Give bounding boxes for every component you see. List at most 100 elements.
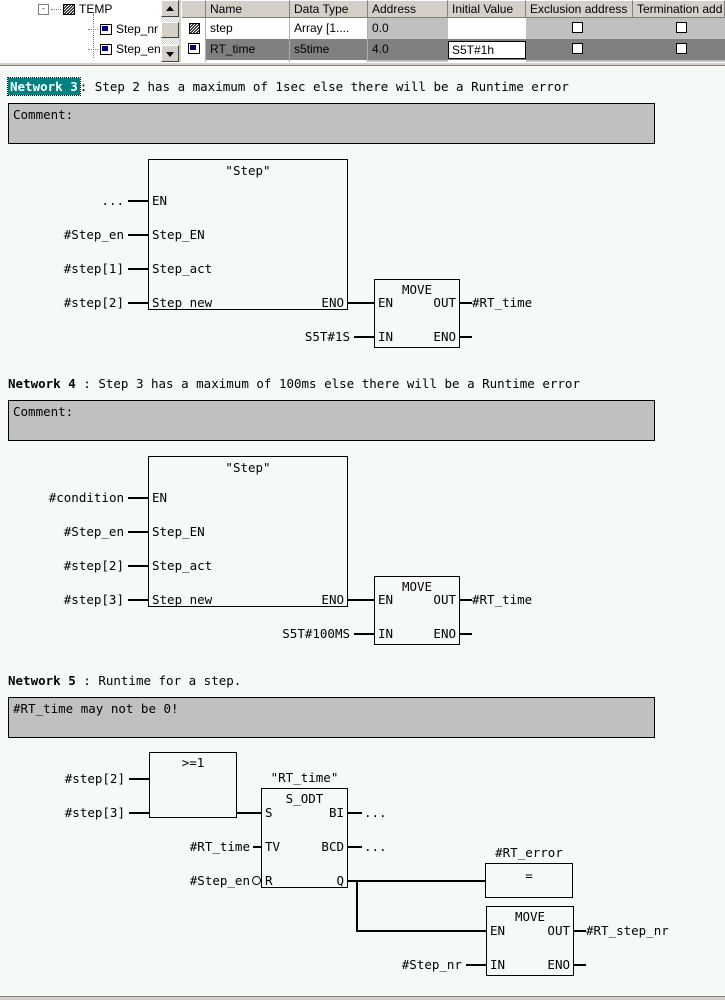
network-5-move-pin-in[interactable]: IN: [490, 957, 505, 972]
network-3-operand-step-en[interactable]: #Step_en: [20, 227, 124, 242]
cell-exclusion-address[interactable]: [526, 39, 633, 60]
table-header-termination-address[interactable]: Termination add: [633, 0, 725, 18]
cell-data-type[interactable]: Array [1....: [290, 18, 368, 39]
network-5-or-block-name: >=1: [181, 755, 205, 770]
network-4-step-pin-step-new[interactable]: Step_new: [152, 592, 212, 607]
table-header-icon-col: [182, 0, 206, 18]
table-header-initial-value[interactable]: Initial Value: [448, 0, 526, 18]
network-3-move-operand-out[interactable]: #RT_time: [472, 295, 532, 310]
network-5-timer-pin-s[interactable]: S: [265, 805, 273, 820]
network-4-label[interactable]: Network 4: [8, 376, 76, 391]
checkbox[interactable]: [676, 22, 687, 33]
scroll-down-arrow-icon[interactable]: [161, 45, 179, 62]
table-row[interactable]: RT_time s5time 4.0 S5T#1h: [182, 39, 725, 60]
network-5-label[interactable]: Network 5: [8, 673, 76, 688]
network-3-title[interactable]: Network 3: Step 2 has a maximum of 1sec …: [7, 77, 569, 96]
network-5-timer-operand-r[interactable]: #Step_en: [170, 873, 250, 888]
network-4-title[interactable]: Network 4 : Step 3 has a maximum of 100m…: [8, 376, 580, 391]
network-5-move-operand-in[interactable]: #Step_nr: [378, 957, 462, 972]
network-5-move-pin-out[interactable]: OUT: [518, 923, 570, 938]
network-3-comment[interactable]: Comment:: [8, 103, 655, 144]
network-5-coil-operand[interactable]: #RT_error: [485, 845, 573, 860]
ladder-editor[interactable]: Network 3: Step 2 has a maximum of 1sec …: [0, 66, 725, 1000]
wire: [128, 302, 148, 304]
network-5-timer-pin-bi[interactable]: BI: [292, 805, 344, 820]
cell-initial-value[interactable]: [448, 18, 526, 39]
table-header-data-type[interactable]: Data Type: [290, 0, 368, 18]
cell-data-type[interactable]: s5time: [290, 39, 368, 60]
network-4-step-pin-step-en[interactable]: Step_EN: [152, 524, 205, 539]
network-4-operand-en[interactable]: #condition: [10, 490, 124, 505]
cell-exclusion-address[interactable]: [526, 18, 633, 39]
network-3-operand-step-new[interactable]: #step[2]: [20, 295, 124, 310]
struct-icon: [62, 4, 75, 16]
table-row[interactable]: step Array [1.... 0.0: [182, 18, 725, 39]
network-4-move-operand-out[interactable]: #RT_time: [472, 592, 532, 607]
network-4-move-operand-in[interactable]: S5T#100MS: [230, 626, 350, 641]
checkbox[interactable]: [572, 22, 583, 33]
network-3-operand-en[interactable]: ...: [20, 193, 124, 208]
network-5-timer-operand-tv[interactable]: #RT_time: [170, 839, 250, 854]
cell-name[interactable]: RT_time: [206, 39, 290, 60]
network-3-operand-step-act[interactable]: #step[1]: [20, 261, 124, 276]
cell-termination-address[interactable]: [633, 18, 725, 39]
network-4-operand-step-act[interactable]: #step[2]: [10, 558, 124, 573]
network-5-timer-operand-bi[interactable]: ...: [364, 805, 387, 820]
network-3-label[interactable]: Network 3: [7, 77, 81, 96]
network-5-move-pin-eno[interactable]: ENO: [518, 957, 570, 972]
tree-item-temp[interactable]: - TEMP: [38, 0, 112, 19]
network-3-move-pin-out[interactable]: OUT: [404, 295, 456, 310]
scrollbar-thumb[interactable]: [161, 22, 179, 38]
network-4-move-pin-en[interactable]: EN: [378, 592, 393, 607]
network-3-move-pin-eno[interactable]: ENO: [404, 329, 456, 344]
grid-line: [205, 18, 206, 62]
tree-item-step-en[interactable]: Step_en: [88, 40, 160, 59]
negation-circle-icon[interactable]: [252, 876, 261, 885]
checkbox[interactable]: [572, 43, 583, 54]
network-3-step-pin-en[interactable]: EN: [152, 193, 167, 208]
network-5-timer-pin-tv[interactable]: TV: [265, 839, 280, 854]
network-5-timer-pin-q[interactable]: Q: [292, 873, 344, 888]
wire: [466, 964, 486, 966]
network-3-step-pin-step-new[interactable]: Step_new: [152, 295, 212, 310]
cell-address[interactable]: 0.0: [368, 18, 448, 39]
network-5-timer-operand-bcd[interactable]: ...: [364, 839, 387, 854]
network-4-step-pin-step-act[interactable]: Step_act: [152, 558, 212, 573]
network-5-move-pin-en[interactable]: EN: [490, 923, 505, 938]
cell-termination-address[interactable]: [633, 39, 725, 60]
network-5-title[interactable]: Network 5 : Runtime for a step.: [8, 673, 241, 688]
network-4-step-pin-en[interactable]: EN: [152, 490, 167, 505]
network-3-step-pin-step-act[interactable]: Step_act: [152, 261, 212, 276]
network-4-operand-step-new[interactable]: #step[3]: [10, 592, 124, 607]
network-4-move-pin-in[interactable]: IN: [378, 626, 393, 641]
network-5-timer-pin-bcd[interactable]: BCD: [292, 839, 344, 854]
table-header-name[interactable]: Name: [206, 0, 290, 18]
cell-address[interactable]: 4.0: [368, 39, 448, 60]
network-4-move-pin-eno[interactable]: ENO: [404, 626, 456, 641]
variable-tree[interactable]: - TEMP Step_nr Step_en: [0, 0, 160, 62]
network-3-move-operand-in[interactable]: S5T#1S: [250, 329, 350, 344]
network-5-comment[interactable]: #RT_time may not be 0!: [8, 697, 655, 738]
network-3-move-pin-in[interactable]: IN: [378, 329, 393, 344]
network-4-step-pin-eno[interactable]: ENO: [288, 592, 344, 607]
table-header-exclusion-address[interactable]: Exclusion address: [526, 0, 633, 18]
network-4-comment[interactable]: Comment:: [8, 400, 655, 441]
tree-item-step-nr[interactable]: Step_nr: [88, 20, 158, 39]
network-5-move-operand-out[interactable]: #RT_step_nr: [586, 923, 669, 938]
cell-name[interactable]: step: [206, 18, 290, 39]
network-5-or-operand-1[interactable]: #step[2]: [40, 771, 125, 786]
table-header-address[interactable]: Address: [368, 0, 448, 18]
network-3-step-pin-step-en[interactable]: Step_EN: [152, 227, 205, 242]
cell-initial-value-input[interactable]: S5T#1h: [448, 41, 526, 59]
declaration-table[interactable]: Name Data Type Address Initial Value Exc…: [182, 0, 725, 62]
network-5-or-operand-2[interactable]: #step[3]: [40, 805, 125, 820]
network-3-move-pin-en[interactable]: EN: [378, 295, 393, 310]
tree-scrollbar[interactable]: [160, 0, 181, 62]
network-5-timer-pin-r[interactable]: R: [265, 873, 273, 888]
tree-expander-icon[interactable]: -: [38, 4, 49, 16]
scroll-up-arrow-icon[interactable]: [161, 0, 179, 17]
network-4-operand-step-en[interactable]: #Step_en: [10, 524, 124, 539]
checkbox[interactable]: [676, 43, 687, 54]
network-4-move-pin-out[interactable]: OUT: [404, 592, 456, 607]
network-3-step-pin-eno[interactable]: ENO: [288, 295, 344, 310]
